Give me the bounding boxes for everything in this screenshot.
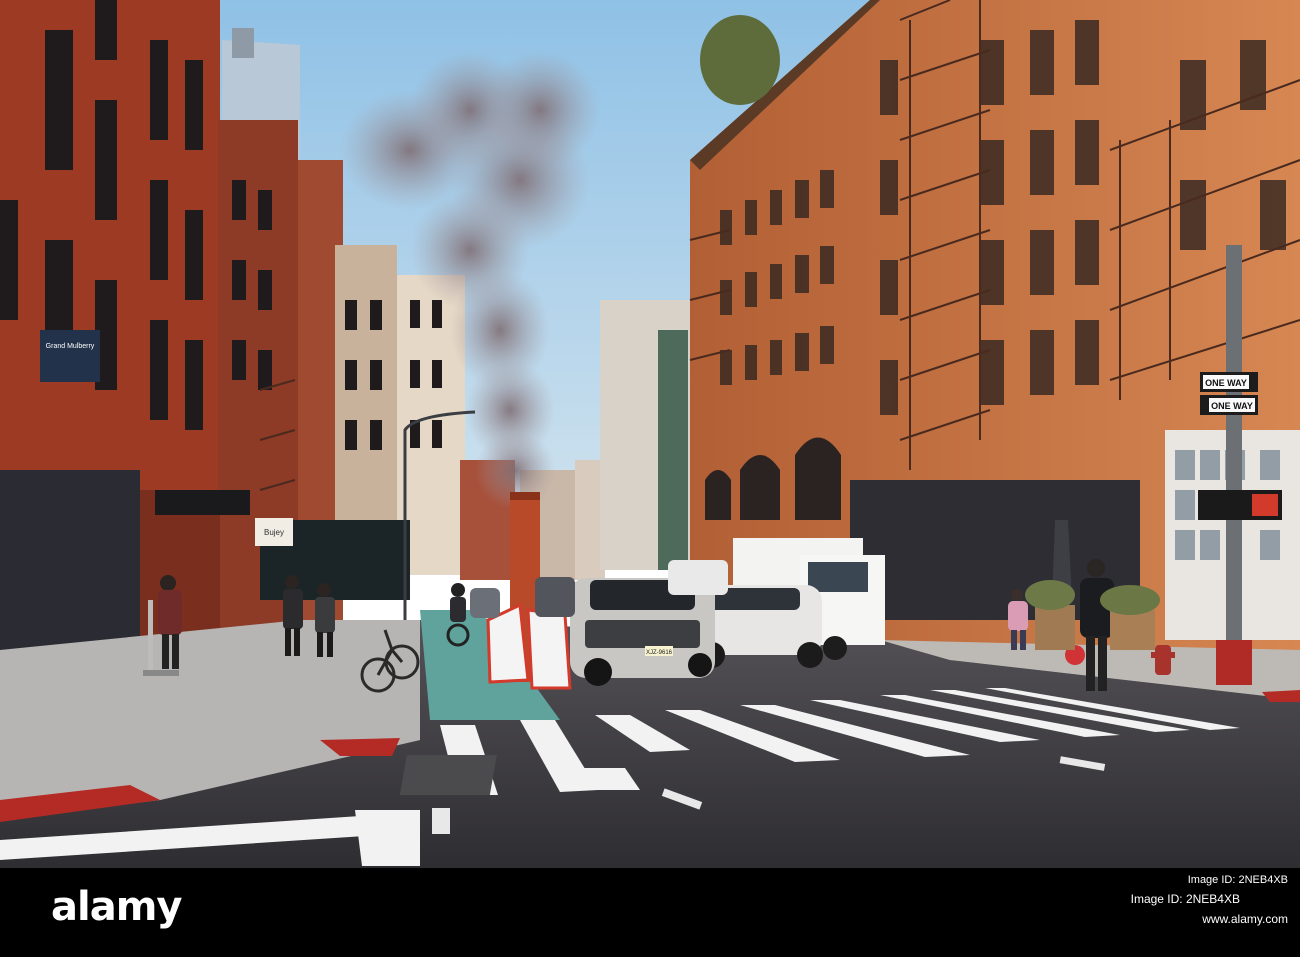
- stock-photo: Grand Mulberry Bujey XJZ-9616 ONE WAY ON…: [0, 0, 1300, 957]
- image-id-secondary: Image ID: 2NEB4XB: [1130, 892, 1240, 906]
- alamy-logo: alamy: [51, 884, 182, 930]
- rooftop-tree: [700, 15, 780, 105]
- store-sign-text: Grand Mulberry: [46, 343, 95, 350]
- one-way-top-text: ONE WAY: [1205, 378, 1247, 388]
- street-grate: [399, 755, 497, 795]
- storefront-sign-text: Bujey: [264, 528, 284, 537]
- traffic-barriers: [486, 602, 572, 690]
- one-way-sign-top: ONE WAY: [1200, 372, 1258, 392]
- image-id-label: Image ID: 2NEB4XB: [1187, 874, 1288, 886]
- one-way-sign-bottom: ONE WAY: [1200, 395, 1258, 415]
- store-sign: Grand Mulberry: [40, 330, 100, 382]
- alamy-url: www.alamy.com: [1202, 912, 1288, 926]
- street-scene-photo: Grand Mulberry Bujey XJZ-9616 ONE WAY ON…: [0, 0, 1300, 868]
- one-way-bottom-text: ONE WAY: [1211, 401, 1253, 411]
- storefront-sign-left: Bujey: [255, 518, 293, 546]
- storefront-glass: [0, 470, 140, 650]
- street-scene-illustration: Grand Mulberry Bujey XJZ-9616 ONE WAY ON…: [0, 0, 1300, 868]
- pedestrian-signal: [1198, 490, 1282, 520]
- watermark-bar: alamy Image ID: 2NEB4XB Image ID: 2NEB4X…: [0, 868, 1300, 957]
- license-plate: XJZ-9616: [646, 650, 673, 656]
